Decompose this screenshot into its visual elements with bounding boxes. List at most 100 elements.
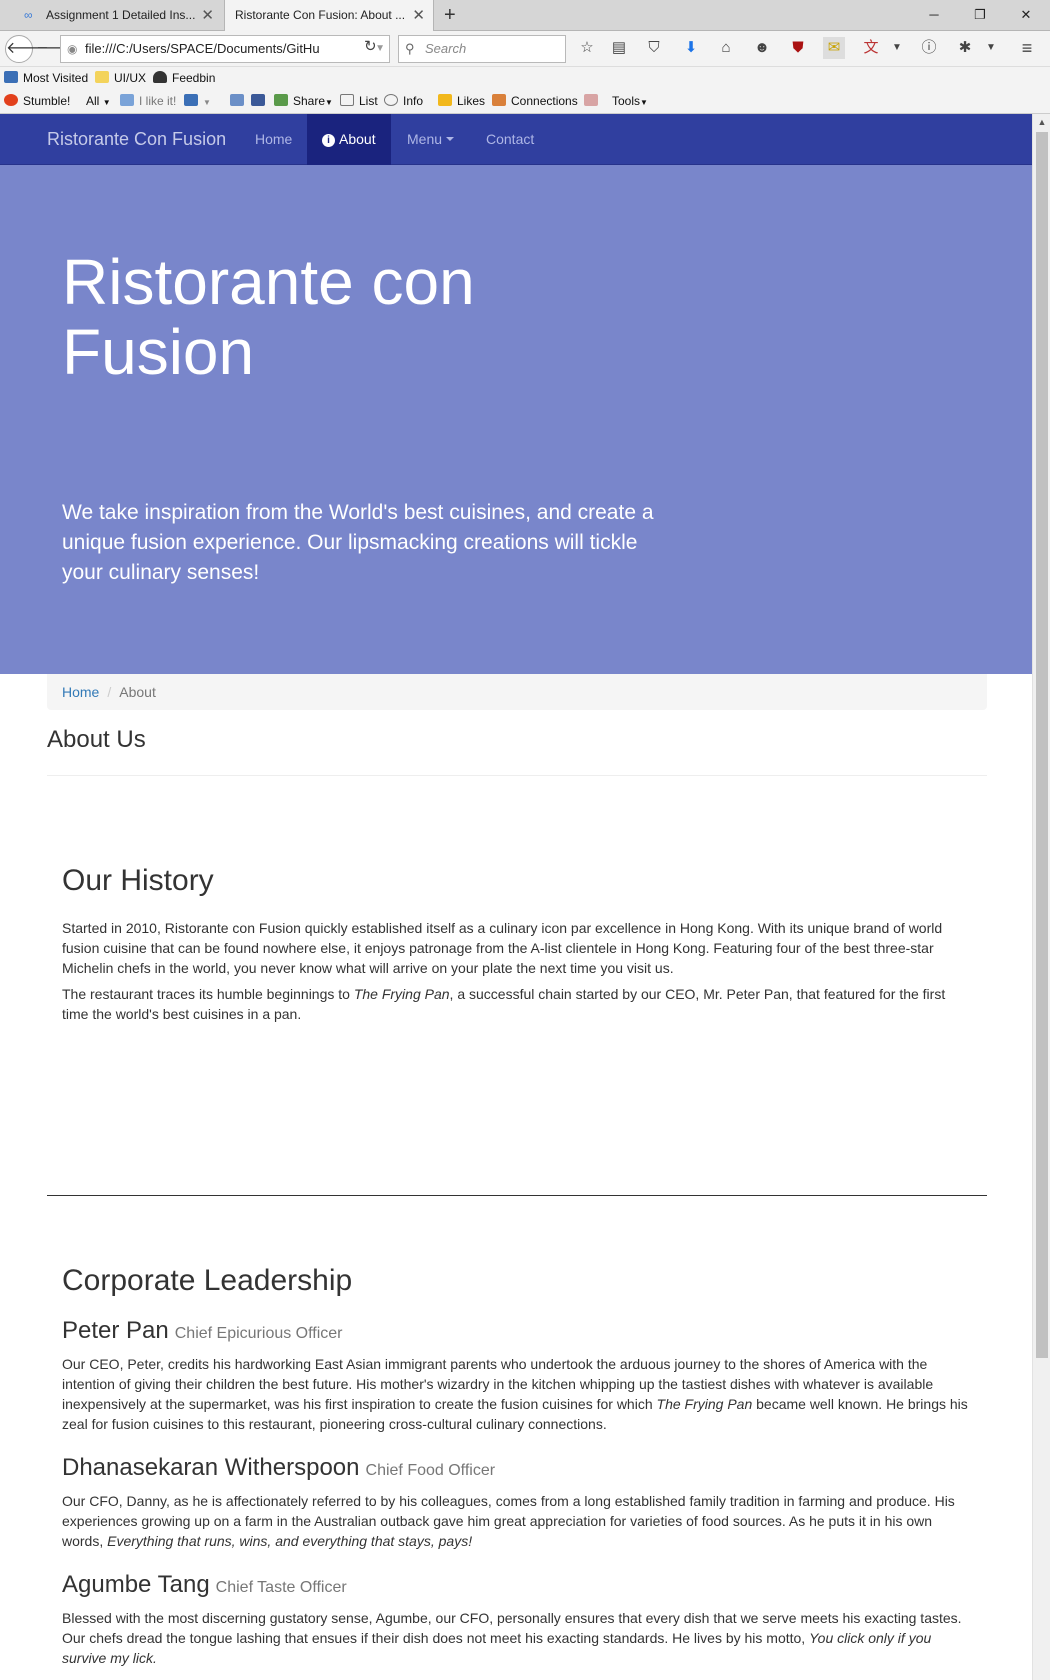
- chevron-down-icon: ▼: [203, 98, 211, 107]
- chat-icon[interactable]: ☻: [751, 37, 773, 59]
- download-icon[interactable]: ⬇: [680, 37, 702, 59]
- like-button[interactable]: I like it!: [120, 90, 176, 113]
- tag-icon: [230, 94, 244, 106]
- nav-home[interactable]: Home: [240, 114, 307, 165]
- connections-button[interactable]: Connections: [492, 90, 578, 113]
- close-icon[interactable]: ✕: [201, 0, 214, 31]
- url-text: file:///C:/Users/SPACE/Documents/GitHu: [85, 41, 320, 56]
- stumbleupon-icon: [4, 94, 18, 106]
- tag-button[interactable]: [230, 90, 249, 113]
- translate-icon[interactable]: 文: [860, 37, 882, 59]
- likes-button[interactable]: Likes: [438, 90, 485, 113]
- bookmark-label: Most Visited: [23, 71, 89, 85]
- back-button[interactable]: 🡐: [5, 35, 49, 63]
- leader-name: Peter Pan: [62, 1317, 169, 1344]
- browser-tab-about[interactable]: Ristorante Con Fusion: About ... ✕: [224, 0, 434, 31]
- jumbotron: Ristorante con Fusion We take inspiratio…: [0, 165, 1032, 674]
- reload-button[interactable]: ↻: [364, 37, 377, 55]
- search-icon: ⚲: [405, 41, 415, 56]
- nav-label: Contact: [486, 131, 535, 147]
- scrollbar-thumb[interactable]: [1036, 132, 1048, 1358]
- leader-role: Chief Taste Officer: [215, 1579, 347, 1596]
- facebook-icon: [251, 94, 265, 106]
- extension-icon[interactable]: ✉: [823, 37, 845, 59]
- share-button[interactable]: Share▼: [274, 90, 333, 114]
- close-icon[interactable]: ✕: [412, 0, 425, 31]
- navbar-brand[interactable]: Ristorante Con Fusion: [47, 114, 226, 165]
- leader-bio: Blessed with the most discerning gustato…: [62, 1608, 972, 1668]
- section-divider: [47, 1195, 987, 1196]
- chevron-down-icon: ▼: [325, 98, 333, 107]
- bookmark-most-visited[interactable]: Most Visited: [4, 67, 88, 90]
- divider: [47, 775, 987, 776]
- hamburger-menu-icon[interactable]: ≡: [1016, 37, 1038, 59]
- thumbs-down-icon: [184, 94, 198, 106]
- feedbin-icon: [153, 71, 167, 83]
- chevron-down-icon[interactable]: ▼: [980, 37, 1002, 59]
- breadcrumb-home-link[interactable]: Home: [62, 684, 99, 700]
- bookmark-feedbin[interactable]: Feedbin: [153, 67, 215, 90]
- nav-menu-dropdown[interactable]: Menu: [392, 114, 469, 165]
- chevron-down-icon[interactable]: ▼: [886, 37, 908, 59]
- bookmarks-row: Most Visited UI/UX Feedbin: [0, 67, 1050, 90]
- hero-title: Ristorante con Fusion: [62, 246, 475, 388]
- info-button[interactable]: Info: [384, 90, 423, 113]
- likes-label: Likes: [457, 94, 486, 108]
- emphasis: The Frying Pan: [353, 986, 450, 1002]
- leader-role: Chief Epicurious Officer: [174, 1325, 343, 1342]
- tools-dropdown[interactable]: Tools▼: [612, 90, 648, 114]
- list-label: List: [359, 94, 378, 108]
- mail-icon: [584, 94, 598, 106]
- info-circle-icon[interactable]: ⓘ: [918, 37, 940, 59]
- chevron-down-icon[interactable]: ▼: [375, 36, 385, 62]
- minimize-button[interactable]: ─: [912, 0, 956, 31]
- breadcrumb-current: About: [119, 684, 156, 700]
- browser-tab-assignment[interactable]: ∞ Assignment 1 Detailed Ins... ✕: [0, 0, 222, 31]
- puzzle-icon[interactable]: ✱: [954, 37, 976, 59]
- vertical-scrollbar[interactable]: ▲: [1032, 114, 1050, 1680]
- leader-name: Agumbe Tang: [62, 1571, 210, 1598]
- info-label: Info: [403, 94, 424, 108]
- globe-icon: ◉: [67, 42, 78, 56]
- folder-icon: [95, 71, 109, 83]
- scroll-up-arrow-icon[interactable]: ▲: [1033, 114, 1050, 130]
- history-paragraph-1: Started in 2010, Ristorante con Fusion q…: [62, 920, 943, 976]
- reading-list-icon[interactable]: ▤: [608, 37, 630, 59]
- nav-label: Menu: [407, 131, 443, 147]
- pocket-icon[interactable]: ⛉: [643, 37, 665, 59]
- new-tab-button[interactable]: +: [444, 0, 456, 30]
- url-bar[interactable]: ◉ file:///C:/Users/SPACE/Documents/GitHu…: [60, 35, 390, 63]
- bookmark-star-icon[interactable]: ☆: [576, 37, 598, 59]
- breadcrumb: Home / About: [47, 674, 987, 710]
- emphasis: The Frying Pan: [656, 1396, 753, 1412]
- leader-role: Chief Food Officer: [365, 1462, 496, 1479]
- leader-heading: Peter Pan Chief Epicurious Officer: [62, 1317, 343, 1345]
- page-icon: [4, 71, 18, 83]
- mail-button[interactable]: [584, 90, 603, 113]
- stumble-button[interactable]: Stumble!: [4, 90, 70, 113]
- nav-contact[interactable]: Contact: [471, 114, 549, 165]
- stumble-toolbar: Stumble! All ▼ I like it! ▼ Share▼ List …: [0, 90, 1050, 113]
- list-button[interactable]: List: [340, 90, 378, 113]
- nav-about[interactable]: i About: [307, 114, 391, 165]
- facebook-button[interactable]: [251, 90, 270, 113]
- people-icon: [492, 94, 506, 106]
- restore-button[interactable]: ❐: [958, 0, 1002, 31]
- tab-label: Assignment 1 Detailed Ins...: [46, 8, 196, 22]
- leader-heading: Dhanasekaran Witherspoon Chief Food Offic…: [62, 1454, 495, 1482]
- all-dropdown[interactable]: All ▼: [86, 90, 111, 114]
- info-sign-icon: i: [322, 134, 335, 147]
- home-icon[interactable]: ⌂: [715, 37, 737, 59]
- stumble-label: Stumble!: [23, 94, 71, 108]
- tools-label: Tools: [612, 94, 641, 108]
- bookmark-uiux[interactable]: UI/UX: [95, 67, 146, 90]
- window-close-button[interactable]: ✕: [1004, 0, 1048, 31]
- dislike-button[interactable]: ▼: [184, 90, 211, 114]
- search-input[interactable]: ⚲ Search: [398, 35, 566, 63]
- tab-label: Ristorante Con Fusion: About ...: [235, 8, 406, 22]
- thumbs-up-icon: [120, 94, 134, 106]
- ublock-icon[interactable]: ⛊: [787, 37, 809, 59]
- like-label: I like it!: [139, 94, 177, 108]
- text: The restaurant traces its humble beginni…: [62, 986, 354, 1002]
- page-viewport: Ristorante Con Fusion Home i About Menu C…: [0, 114, 1032, 1680]
